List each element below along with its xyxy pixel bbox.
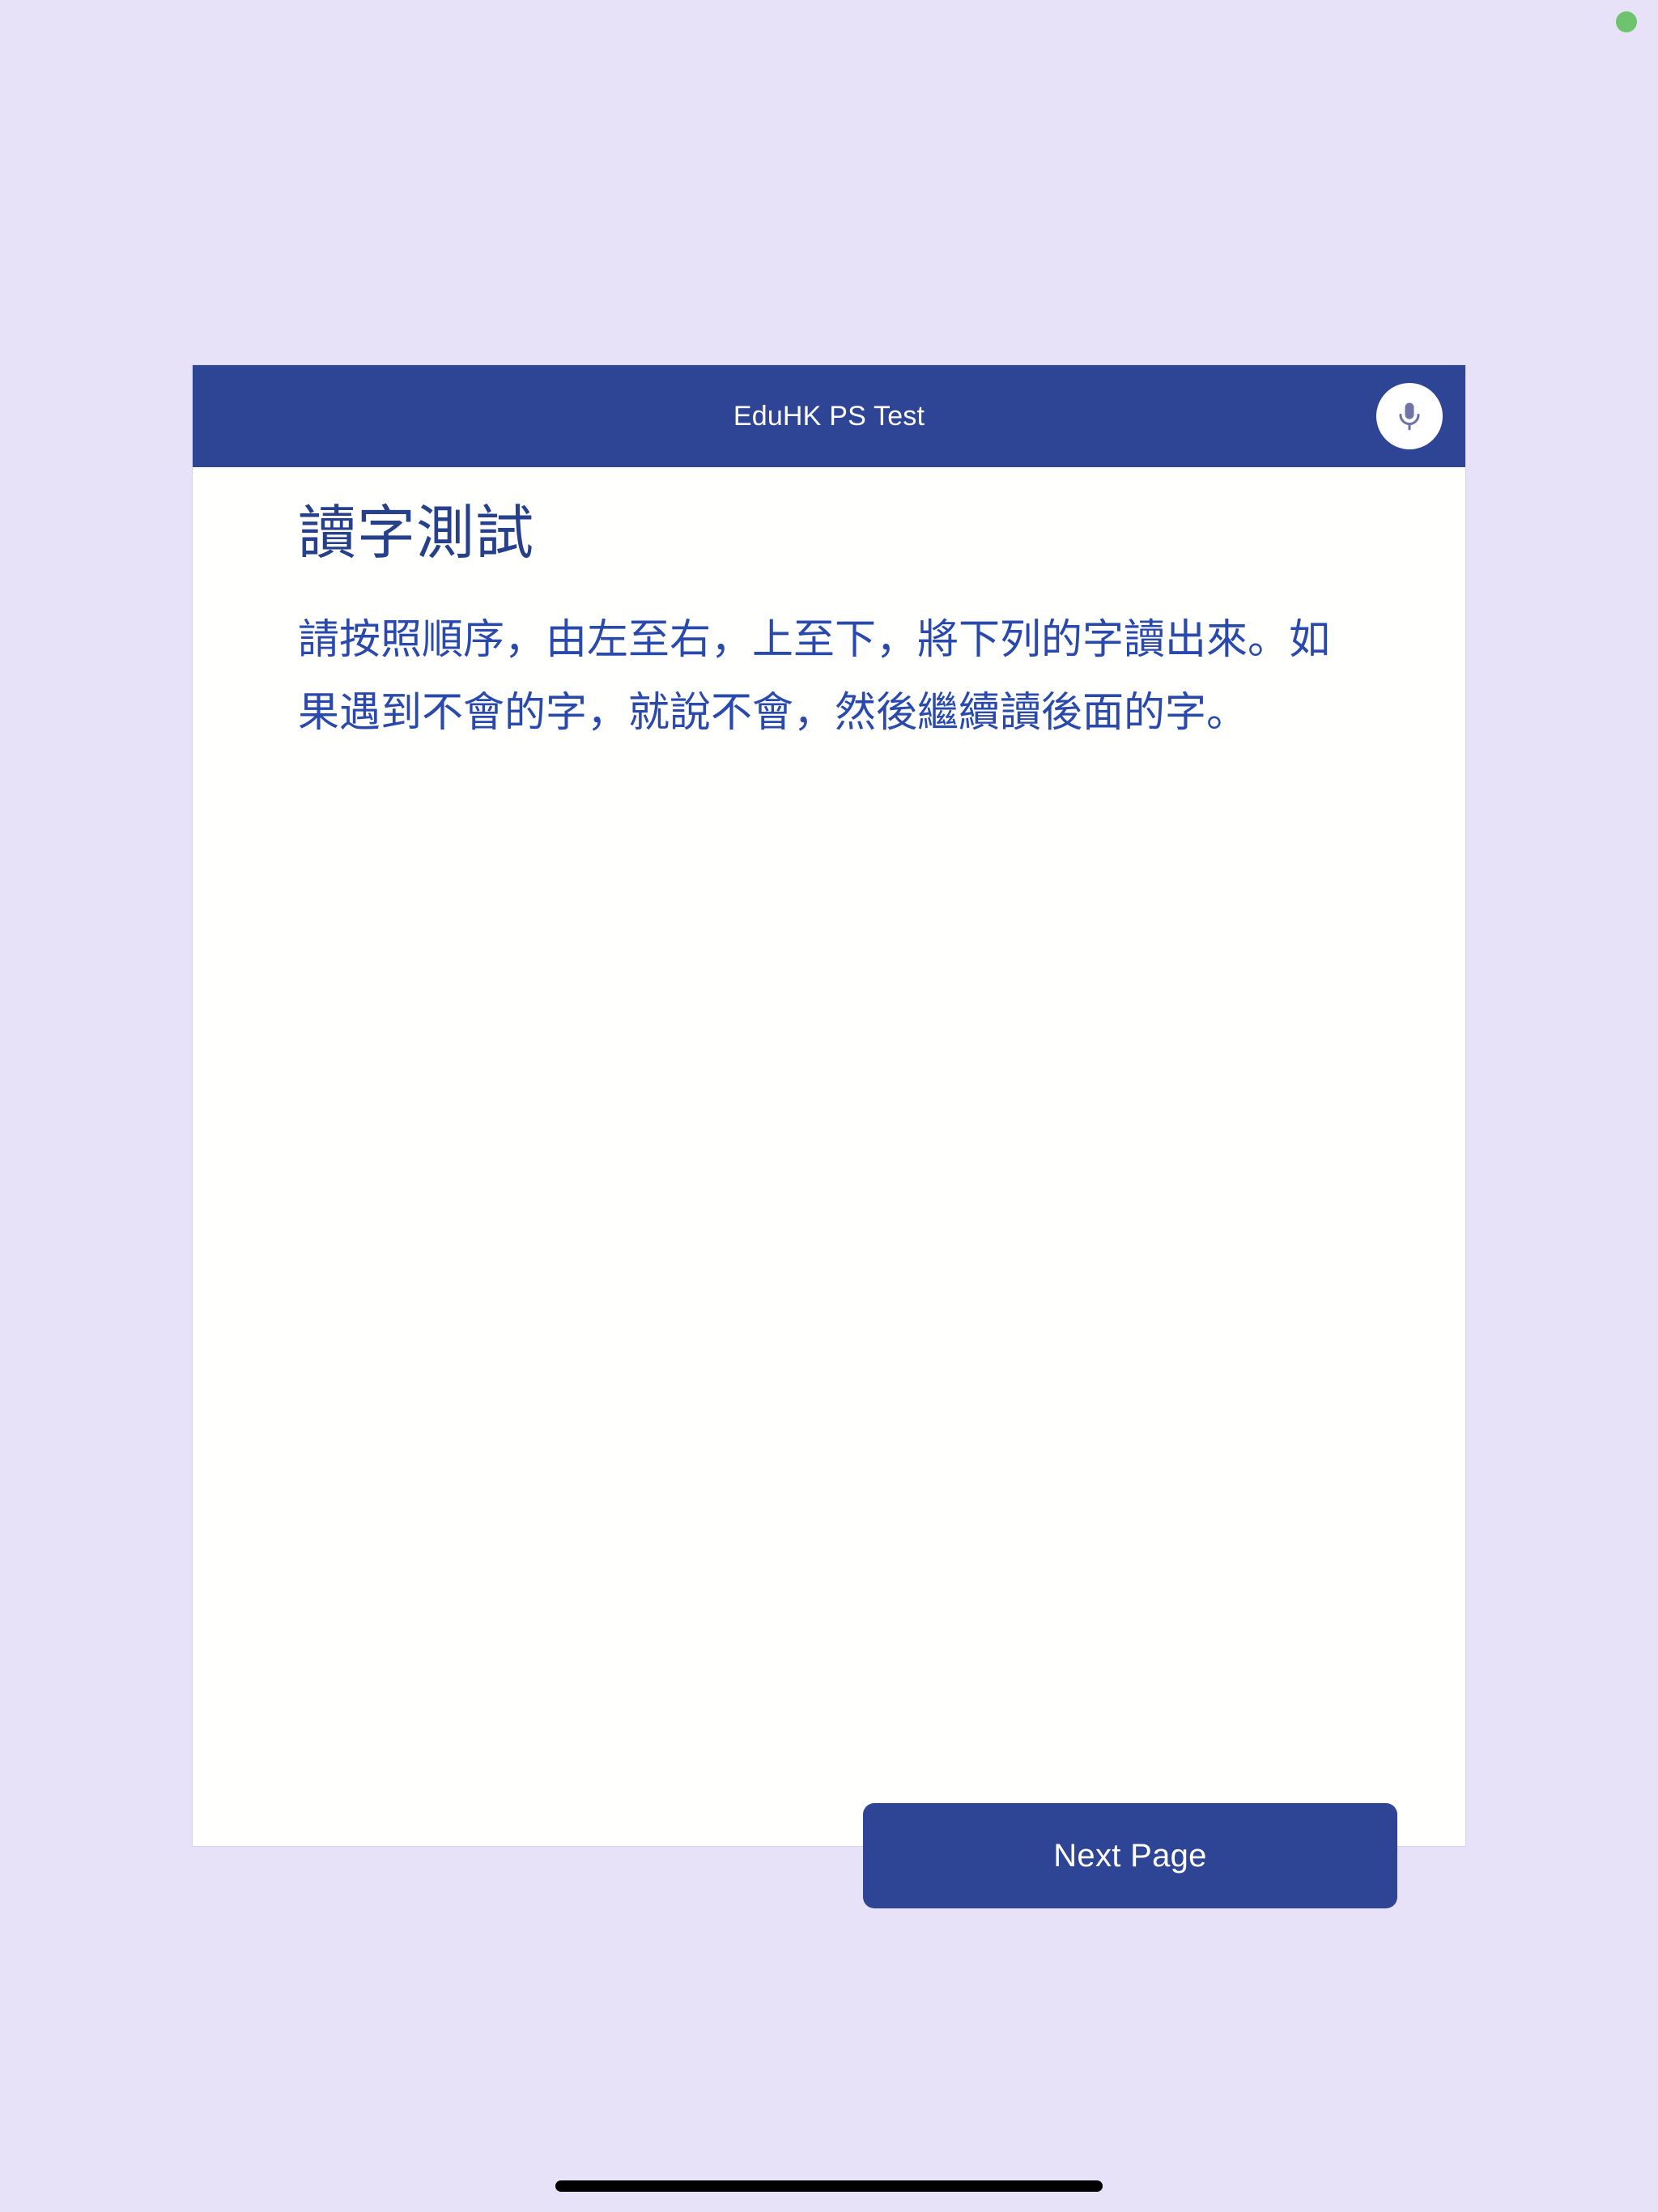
microphone-icon — [1392, 398, 1427, 434]
instruction-paragraph: 請按照順序，由左至右，上至下，將下列的字讀出來。如果遇到不會的字，就說不會，然後… — [298, 616, 1331, 735]
home-indicator-bar[interactable] — [555, 2180, 1103, 2192]
next-page-button[interactable]: Next Page — [863, 1803, 1397, 1908]
app-title: EduHK PS Test — [733, 401, 925, 432]
page-title: 讀字測試 — [298, 501, 535, 566]
microphone-button[interactable] — [1376, 383, 1443, 449]
app-content-area: 讀字測試 請按照順序，由左至右，上至下，將下列的字讀出來。如果遇到不會的字，就說… — [193, 467, 1465, 1908]
app-card: EduHK PS Test 讀字測試 請按照順序，由左至右，上至下，將下列的字讀… — [193, 365, 1465, 1908]
recording-indicator-dot — [1616, 11, 1637, 32]
app-header-bar: EduHK PS Test — [193, 365, 1465, 467]
